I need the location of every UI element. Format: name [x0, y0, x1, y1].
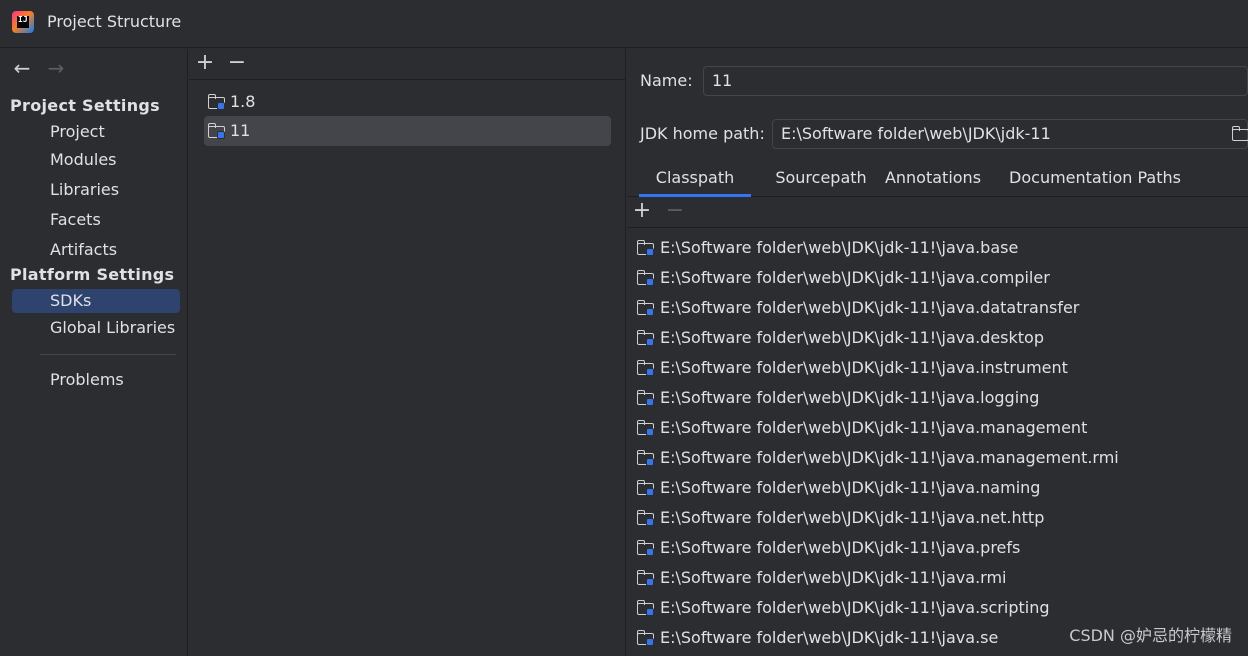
- sdk-list-panel: + − 1.8 11: [189, 49, 626, 656]
- classpath-item-label: E:\Software folder\web\JDK\jdk-11!\java.…: [660, 568, 1007, 587]
- sdk-item-1-8[interactable]: 1.8: [204, 87, 611, 117]
- sdk-toolbar: + −: [189, 49, 626, 80]
- path-tabs: Classpath Sourcepath Annotations Documen…: [627, 162, 1248, 197]
- classpath-item-label: E:\Software folder\web\JDK\jdk-11!\java.…: [660, 598, 1050, 617]
- classpath-item-label: E:\Software folder\web\JDK\jdk-11!\java.…: [660, 448, 1119, 467]
- nav-arrows: ← →: [12, 57, 66, 79]
- sdk-item-label: 1.8: [230, 92, 256, 111]
- classpath-item-label: E:\Software folder\web\JDK\jdk-11!\java.…: [660, 418, 1088, 437]
- classpath-item[interactable]: E:\Software folder\web\JDK\jdk-11!\java.…: [637, 323, 1044, 353]
- window-title: Project Structure: [47, 12, 182, 31]
- classpath-item[interactable]: E:\Software folder\web\JDK\jdk-11!\java.…: [637, 623, 998, 653]
- module-folder-icon: [637, 450, 655, 466]
- title-bar: IJ Project Structure: [0, 0, 1248, 48]
- tab-sourcepath[interactable]: Sourcepath: [761, 162, 881, 197]
- nav-item-modules[interactable]: Modules: [12, 148, 180, 172]
- classpath-item-label: E:\Software folder\web\JDK\jdk-11!\java.…: [660, 388, 1040, 407]
- classpath-item[interactable]: E:\Software folder\web\JDK\jdk-11!\java.…: [637, 413, 1087, 443]
- nav-item-project[interactable]: Project: [12, 120, 180, 144]
- sdk-folder-icon: [208, 123, 226, 139]
- nav-item-problems[interactable]: Problems: [12, 368, 180, 392]
- classpath-item-label: E:\Software folder\web\JDK\jdk-11!\java.…: [660, 508, 1045, 527]
- classpath-item-label: E:\Software folder\web\JDK\jdk-11!\java.…: [660, 538, 1021, 557]
- tab-annotations[interactable]: Annotations: [881, 162, 985, 197]
- nav-item-sdks[interactable]: SDKs: [12, 289, 180, 313]
- classpath-item-label: E:\Software folder\web\JDK\jdk-11!\java.…: [660, 298, 1080, 317]
- classpath-item-label: E:\Software folder\web\JDK\jdk-11!\java.…: [660, 328, 1044, 347]
- module-folder-icon: [637, 270, 655, 286]
- module-folder-icon: [637, 240, 655, 256]
- intellij-logo-icon: IJ: [12, 11, 34, 33]
- module-folder-icon: [637, 390, 655, 406]
- classpath-item-label: E:\Software folder\web\JDK\jdk-11!\java.…: [660, 268, 1050, 287]
- folder-browse-icon[interactable]: [1232, 126, 1248, 142]
- tab-documentation-paths[interactable]: Documentation Paths: [1005, 162, 1185, 197]
- watermark: CSDN @妒忌的柠檬精: [1069, 626, 1232, 645]
- classpath-item-label: E:\Software folder\web\JDK\jdk-11!\java.…: [660, 478, 1041, 497]
- classpath-item[interactable]: E:\Software folder\web\JDK\jdk-11!\java.…: [637, 233, 1018, 263]
- classpath-item[interactable]: E:\Software folder\web\JDK\jdk-11!\java.…: [637, 353, 1068, 383]
- settings-nav: ← → Project Settings Project Modules Lib…: [0, 49, 188, 656]
- classpath-item[interactable]: E:\Software folder\web\JDK\jdk-11!\java.…: [637, 263, 1050, 293]
- tab-classpath[interactable]: Classpath: [639, 162, 751, 197]
- classpath-item[interactable]: E:\Software folder\web\JDK\jdk-11!\java.…: [637, 563, 1006, 593]
- module-folder-icon: [637, 330, 655, 346]
- remove-path-button[interactable]: −: [664, 197, 686, 227]
- sdk-item-label: 11: [230, 121, 251, 140]
- nav-item-libraries[interactable]: Libraries: [12, 178, 180, 202]
- module-folder-icon: [637, 600, 655, 616]
- add-sdk-button[interactable]: +: [194, 49, 216, 79]
- classpath-item[interactable]: E:\Software folder\web\JDK\jdk-11!\java.…: [637, 473, 1040, 503]
- nav-item-artifacts[interactable]: Artifacts: [12, 238, 180, 262]
- sdk-folder-icon: [208, 94, 226, 110]
- classpath-toolbar: + −: [627, 197, 1248, 228]
- classpath-item[interactable]: E:\Software folder\web\JDK\jdk-11!\java.…: [637, 383, 1039, 413]
- add-path-button[interactable]: +: [631, 197, 653, 227]
- name-label: Name:: [640, 71, 693, 90]
- project-settings-heading: Project Settings: [10, 96, 160, 115]
- module-folder-icon: [637, 510, 655, 526]
- classpath-item[interactable]: E:\Software folder\web\JDK\jdk-11!\java.…: [637, 503, 1044, 533]
- platform-settings-heading: Platform Settings: [10, 265, 175, 284]
- nav-item-facets[interactable]: Facets: [12, 208, 180, 232]
- module-folder-icon: [637, 480, 655, 496]
- back-arrow-icon[interactable]: ←: [12, 57, 32, 79]
- sdk-item-11[interactable]: 11: [204, 116, 611, 146]
- jdk-home-path-label: JDK home path:: [640, 124, 765, 143]
- classpath-item[interactable]: E:\Software folder\web\JDK\jdk-11!\java.…: [637, 443, 1119, 473]
- module-folder-icon: [637, 420, 655, 436]
- remove-sdk-button[interactable]: −: [226, 49, 248, 79]
- forward-arrow-icon[interactable]: →: [46, 57, 66, 79]
- sdk-details-panel: Name: 11 JDK home path: E:\Software fold…: [627, 49, 1248, 656]
- classpath-item-label: E:\Software folder\web\JDK\jdk-11!\java.…: [660, 358, 1068, 377]
- module-folder-icon: [637, 540, 655, 556]
- nav-divider: [40, 354, 176, 355]
- module-folder-icon: [637, 360, 655, 376]
- classpath-item-label: E:\Software folder\web\JDK\jdk-11!\java.…: [660, 628, 999, 647]
- module-folder-icon: [637, 630, 655, 646]
- classpath-item[interactable]: E:\Software folder\web\JDK\jdk-11!\java.…: [637, 533, 1020, 563]
- classpath-item[interactable]: E:\Software folder\web\JDK\jdk-11!\java.…: [637, 593, 1049, 623]
- module-folder-icon: [637, 570, 655, 586]
- module-folder-icon: [637, 300, 655, 316]
- jdk-home-path-field[interactable]: E:\Software folder\web\JDK\jdk-11: [772, 119, 1248, 149]
- classpath-item-label: E:\Software folder\web\JDK\jdk-11!\java.…: [660, 238, 1019, 257]
- name-field[interactable]: 11: [703, 66, 1248, 96]
- classpath-item[interactable]: E:\Software folder\web\JDK\jdk-11!\java.…: [637, 293, 1079, 323]
- nav-item-global-libraries[interactable]: Global Libraries: [12, 316, 180, 340]
